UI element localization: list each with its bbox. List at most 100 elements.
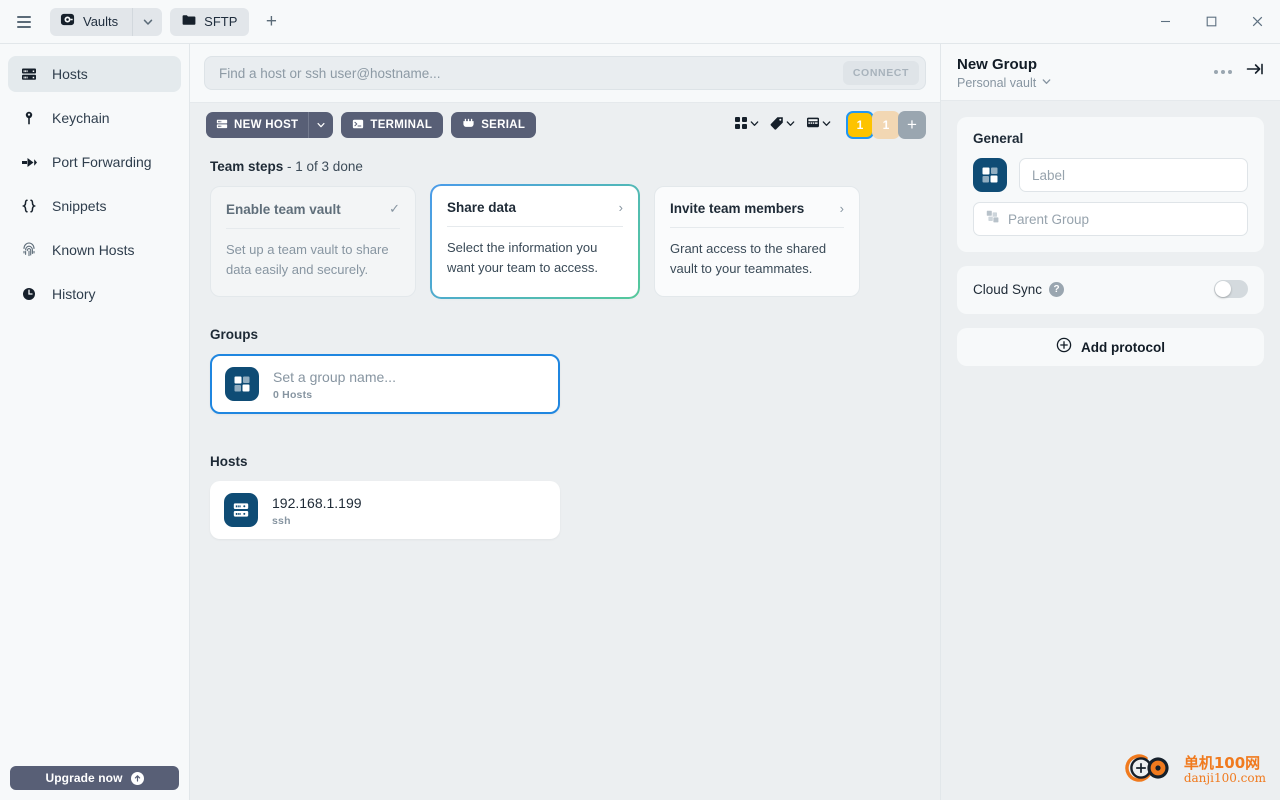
sidebar-item-hosts[interactable]: Hosts [8, 56, 181, 92]
group-list-item[interactable]: Set a group name... 0 Hosts [210, 354, 560, 415]
sidebar-item-port-forwarding[interactable]: Port Forwarding [8, 144, 181, 180]
label-input[interactable] [1032, 167, 1235, 183]
step-card-share-data[interactable]: Share data › Select the information you … [432, 186, 638, 298]
clock-icon [20, 285, 38, 303]
app-window: Vaults SFTP + Hosts Keychain Port Forwar… [0, 0, 1280, 800]
columns-chevron-down-icon [821, 116, 832, 134]
search-bar-container: CONNECT [190, 44, 940, 103]
add-vault-pill[interactable]: + [898, 111, 926, 139]
sidebar-item-label: History [52, 286, 96, 302]
sidebar-item-keychain[interactable]: Keychain [8, 100, 181, 136]
minimize-button[interactable] [1142, 0, 1188, 44]
step-card-title: Invite team members [670, 201, 805, 216]
serial-plug-icon [462, 118, 475, 132]
columns-view-button[interactable] [802, 113, 836, 137]
curly-braces-icon [20, 197, 38, 215]
grid-view-button[interactable] [730, 113, 764, 138]
cloud-sync-label: Cloud Sync [973, 281, 1043, 297]
collapse-panel-icon[interactable] [1246, 62, 1264, 81]
more-dots-icon[interactable] [1214, 69, 1232, 74]
vault-selector[interactable]: Personal vault [957, 76, 1052, 90]
vaults-dropdown-chevron-down-icon[interactable] [132, 7, 162, 36]
terminal-label: TERMINAL [370, 119, 433, 131]
general-heading: General [973, 131, 1024, 146]
server-icon [216, 118, 228, 133]
sidebar-item-known-hosts[interactable]: Known Hosts [8, 232, 181, 268]
host-list-item[interactable]: 192.168.1.199 ssh [210, 481, 560, 540]
grid-view-icon [734, 116, 748, 135]
parent-group-input[interactable] [1008, 211, 1235, 227]
details-panel-header: New Group Personal vault [941, 44, 1280, 101]
check-icon: ✓ [389, 201, 400, 216]
add-protocol-label: Add protocol [1081, 339, 1165, 355]
sidebar-item-label: Known Hosts [52, 242, 135, 258]
toolbar-right-group: 1 1 + [730, 111, 926, 139]
new-host-button[interactable]: NEW HOST [206, 112, 308, 138]
chevron-right-icon: › [839, 201, 844, 216]
upgrade-label: Upgrade now [45, 771, 123, 785]
groups-heading: Groups [210, 327, 259, 343]
team-steps-title-bold: Team steps [210, 159, 284, 174]
search-bar[interactable]: CONNECT [204, 56, 926, 90]
vault-pills-group: 1 1 + [846, 111, 926, 139]
maximize-button[interactable] [1188, 0, 1234, 44]
main-content: CONNECT NEW HOST [190, 44, 940, 800]
connect-button[interactable]: CONNECT [842, 61, 919, 85]
vaults-tab[interactable]: Vaults [50, 8, 132, 36]
step-card-header: Invite team members › [670, 201, 844, 228]
help-icon[interactable]: ? [1049, 281, 1065, 297]
plus-circle-icon [1056, 337, 1072, 358]
page-title: New Group [957, 56, 1038, 73]
team-steps-title-rest: - 1 of 3 done [283, 159, 363, 174]
content-scroll-area: Team steps - 1 of 3 done Enable team vau… [190, 145, 940, 800]
menu-hamburger-icon[interactable] [10, 8, 38, 36]
search-input[interactable] [219, 65, 843, 81]
details-panel-body: General Label Parent Group Cloud Sync ? … [941, 101, 1280, 382]
sidebar-item-history[interactable]: History [8, 276, 181, 312]
window-controls [1142, 0, 1280, 44]
step-card-header: Share data › [447, 200, 623, 227]
step-card-desc: Set up a team vault to share data easily… [226, 242, 389, 278]
parent-group-input-wrapper[interactable] [973, 202, 1248, 236]
sidebar-item-snippets[interactable]: Snippets [8, 188, 181, 224]
serial-button[interactable]: SERIAL [451, 112, 537, 138]
new-host-chevron-down-icon[interactable] [308, 112, 333, 138]
arrow-up-circle-icon [130, 771, 144, 785]
details-panel-actions [1214, 56, 1264, 81]
host-item-title: 192.168.1.199 [272, 494, 362, 511]
vault-count-pill-selected[interactable]: 1 [846, 111, 874, 139]
terminal-button[interactable]: TERMINAL [341, 112, 444, 138]
tab-sftp[interactable]: SFTP [170, 7, 250, 36]
team-steps-title: Team steps - 1 of 3 done [210, 159, 920, 174]
group-small-icon [986, 210, 1000, 229]
vault-count-pill[interactable]: 1 [872, 111, 900, 139]
tag-filter-button[interactable] [766, 113, 800, 138]
step-card-enable-team-vault[interactable]: Enable team vault ✓ Set up a team vault … [210, 186, 416, 298]
general-card: General [957, 117, 1264, 252]
terminal-icon [352, 118, 364, 133]
upgrade-now-button[interactable]: Upgrade now [10, 766, 179, 790]
new-host-button-group: NEW HOST [206, 112, 334, 138]
title-bar: Vaults SFTP + [0, 0, 1280, 44]
label-field-row [973, 158, 1248, 192]
group-blocks-icon [225, 367, 259, 402]
step-card-title: Enable team vault [226, 201, 341, 217]
group-blocks-icon[interactable] [973, 158, 1007, 192]
fingerprint-icon [20, 241, 38, 259]
toggle-knob [1215, 281, 1231, 297]
sidebar-item-label: Hosts [52, 66, 88, 82]
cloud-sync-toggle[interactable] [1214, 280, 1248, 298]
tab-sftp-label: SFTP [204, 14, 238, 29]
step-card-invite-team-members[interactable]: Invite team members › Grant access to th… [654, 186, 860, 298]
key-icon [20, 109, 38, 127]
sidebar-item-label: Port Forwarding [52, 154, 152, 170]
vaults-tab-group: Vaults [50, 7, 163, 36]
label-input-wrapper[interactable] [1019, 158, 1248, 192]
close-button[interactable] [1234, 0, 1280, 44]
group-item-text: Set a group name... 0 Hosts [273, 368, 396, 401]
new-tab-button[interactable]: + [257, 8, 285, 36]
group-item-title: Set a group name... [273, 368, 396, 385]
details-panel: New Group Personal vault General Label P… [940, 44, 1280, 800]
add-protocol-button[interactable]: Add protocol [957, 328, 1264, 366]
